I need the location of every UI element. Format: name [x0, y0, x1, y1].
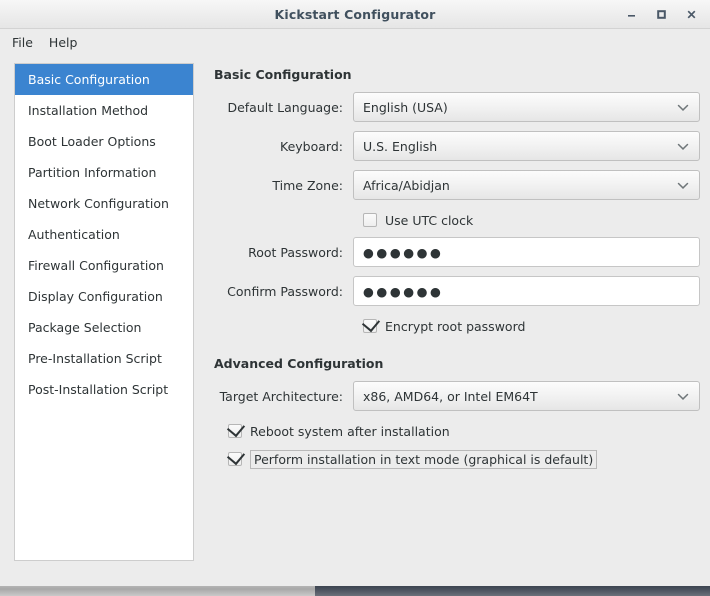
chevron-down-icon	[677, 139, 689, 154]
root-password-value: ●●●●●●	[363, 244, 444, 260]
basic-configuration-heading: Basic Configuration	[214, 67, 352, 82]
maximize-icon	[656, 9, 666, 19]
close-button[interactable]	[676, 1, 706, 27]
target-architecture-label: Target Architecture:	[219, 388, 343, 404]
sidebar-item-label: Installation Method	[28, 103, 149, 118]
close-icon	[687, 10, 695, 18]
keyboard-combobox[interactable]: U.S. English	[353, 131, 700, 161]
root-password-row: Root Password: ●●●●●●	[211, 236, 700, 268]
default-language-value: English (USA)	[363, 99, 448, 115]
text-mode-installation-checkbox[interactable]	[228, 452, 242, 466]
settings-form: Basic Configuration Default Language: En…	[194, 63, 700, 576]
keyboard-value: U.S. English	[363, 138, 438, 154]
minimize-button[interactable]	[616, 1, 646, 27]
reboot-after-installation-checkbox[interactable]	[228, 424, 242, 438]
default-language-combobox[interactable]: English (USA)	[353, 92, 700, 122]
reboot-after-installation-label: Reboot system after installation	[250, 423, 450, 439]
default-language-label: Default Language:	[227, 99, 343, 115]
time-zone-label: Time Zone:	[272, 177, 343, 193]
minimize-icon	[627, 14, 635, 17]
target-architecture-row: Target Architecture: x86, AMD64, or Inte…	[211, 380, 700, 412]
keyboard-label: Keyboard:	[280, 138, 343, 154]
encrypt-root-password-checkbox[interactable]	[363, 319, 377, 333]
sidebar-item-firewall-configuration[interactable]: Firewall Configuration	[15, 250, 193, 281]
use-utc-clock-label: Use UTC clock	[385, 212, 474, 228]
chevron-down-icon	[677, 389, 689, 404]
target-architecture-combobox[interactable]: x86, AMD64, or Intel EM64T	[353, 381, 700, 411]
sidebar-item-label: Basic Configuration	[28, 72, 150, 87]
screen: Kickstart Configurator File Help Basic C…	[0, 0, 710, 596]
use-utc-clock-checkbox[interactable]	[363, 213, 377, 227]
chevron-down-icon	[677, 100, 689, 115]
time-zone-row: Time Zone: Africa/Abidjan	[211, 169, 700, 201]
maximize-button[interactable]	[646, 1, 676, 27]
keyboard-row: Keyboard: U.S. English	[211, 130, 700, 162]
menu-help[interactable]: Help	[41, 32, 86, 53]
sidebar-item-pre-installation-script[interactable]: Pre-Installation Script	[15, 343, 193, 374]
sidebar-item-label: Display Configuration	[28, 289, 163, 304]
default-language-row: Default Language: English (USA)	[211, 91, 700, 123]
window-content: Basic Configuration Installation Method …	[0, 55, 710, 586]
window-title: Kickstart Configurator	[274, 6, 436, 22]
use-utc-clock-row[interactable]: Use UTC clock	[211, 208, 700, 232]
confirm-password-row: Confirm Password: ●●●●●●	[211, 275, 700, 307]
sidebar-item-partition-information[interactable]: Partition Information	[15, 157, 193, 188]
time-zone-combobox[interactable]: Africa/Abidjan	[353, 170, 700, 200]
sidebar-item-label: Package Selection	[28, 320, 142, 335]
root-password-input[interactable]: ●●●●●●	[353, 237, 700, 267]
target-architecture-value: x86, AMD64, or Intel EM64T	[363, 388, 538, 404]
sidebar-item-label: Authentication	[28, 227, 120, 242]
sidebar-item-label: Post-Installation Script	[28, 382, 169, 397]
encrypt-root-password-label: Encrypt root password	[385, 318, 526, 334]
sidebar-item-display-configuration[interactable]: Display Configuration	[15, 281, 193, 312]
chevron-down-icon	[677, 178, 689, 193]
window-controls	[616, 0, 706, 28]
sidebar-item-package-selection[interactable]: Package Selection	[15, 312, 193, 343]
menubar: File Help	[0, 29, 710, 55]
sidebar-item-authentication[interactable]: Authentication	[15, 219, 193, 250]
menu-file[interactable]: File	[4, 32, 41, 53]
text-mode-installation-label: Perform installation in text mode (graph…	[250, 449, 598, 469]
confirm-password-value: ●●●●●●	[363, 283, 444, 299]
window-titlebar: Kickstart Configurator	[0, 0, 710, 29]
advanced-configuration-heading: Advanced Configuration	[214, 356, 384, 371]
sidebar-item-boot-loader-options[interactable]: Boot Loader Options	[15, 126, 193, 157]
confirm-password-label: Confirm Password:	[227, 283, 343, 299]
sidebar-item-label: Pre-Installation Script	[28, 351, 162, 366]
sidebar-item-network-configuration[interactable]: Network Configuration	[15, 188, 193, 219]
encrypt-root-password-row[interactable]: Encrypt root password	[211, 314, 700, 338]
sidebar-item-label: Firewall Configuration	[28, 258, 164, 273]
sidebar-item-installation-method[interactable]: Installation Method	[15, 95, 193, 126]
time-zone-value: Africa/Abidjan	[363, 177, 450, 193]
taskbar-strip	[0, 586, 315, 596]
confirm-password-input[interactable]: ●●●●●●	[353, 276, 700, 306]
navigation-sidebar[interactable]: Basic Configuration Installation Method …	[14, 63, 194, 561]
application-window: Kickstart Configurator File Help Basic C…	[0, 0, 710, 586]
text-mode-installation-row[interactable]: Perform installation in text mode (graph…	[211, 447, 700, 471]
desktop-background-strip	[315, 586, 710, 596]
reboot-after-installation-row[interactable]: Reboot system after installation	[211, 419, 700, 443]
root-password-label: Root Password:	[248, 244, 343, 260]
sidebar-item-post-installation-script[interactable]: Post-Installation Script	[15, 374, 193, 405]
sidebar-item-label: Partition Information	[28, 165, 157, 180]
sidebar-item-label: Boot Loader Options	[28, 134, 156, 149]
sidebar-item-basic-configuration[interactable]: Basic Configuration	[15, 64, 193, 95]
sidebar-item-label: Network Configuration	[28, 196, 169, 211]
